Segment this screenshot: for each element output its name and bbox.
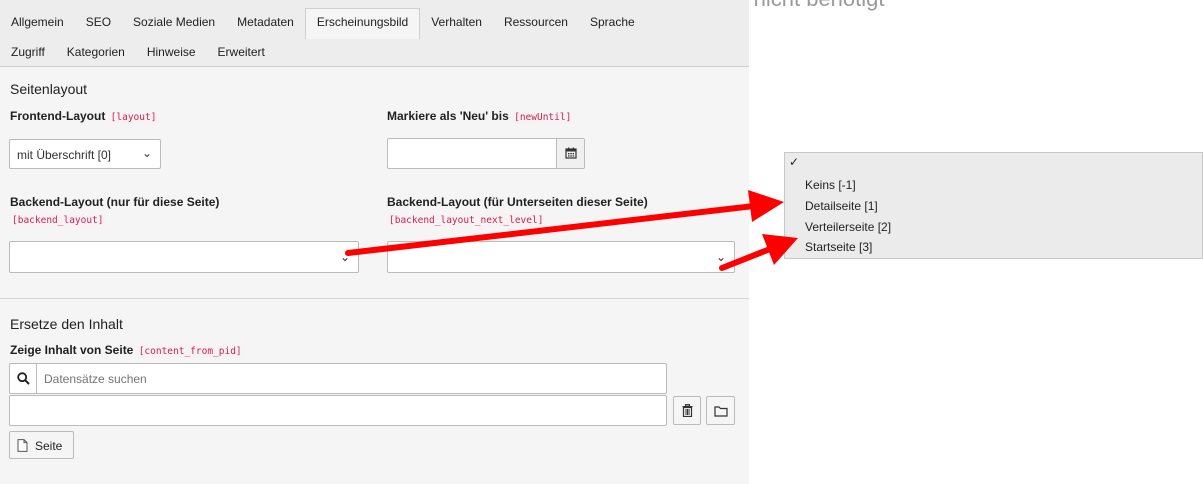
page-button[interactable]: Seite — [9, 431, 74, 459]
backend-layout-code: [backend_layout] — [10, 214, 106, 227]
new-until-date-input[interactable] — [387, 138, 585, 169]
chevron-down-icon: ⌄ — [715, 250, 726, 264]
content-from-pid-label-text: Zeige Inhalt von Seite — [10, 343, 134, 357]
new-until-code: [newUntil] — [512, 111, 574, 124]
section-title-seitenlayout: Seitenlayout — [10, 81, 88, 97]
tab-ressourcen[interactable]: Ressourcen — [493, 9, 579, 35]
backend-layout-next-select[interactable]: ⌄ — [387, 241, 735, 273]
dropdown-option-keins[interactable]: Keins [-1] — [805, 178, 856, 192]
backend-layout-label: Backend-Layout (nur für diese Seite) — [10, 195, 220, 209]
tab-metadaten[interactable]: Metadaten — [226, 9, 305, 35]
tab-row-2: Zugriff Kategorien Hinweise Erweitert — [0, 39, 276, 65]
record-search-field[interactable] — [9, 363, 667, 394]
tab-sprache[interactable]: Sprache — [579, 9, 646, 35]
backend-layout-next-code-wrap: [backend_layout_next_level] — [387, 212, 546, 227]
tab-seo[interactable]: SEO — [75, 9, 122, 35]
frontend-layout-code: [layout] — [108, 111, 159, 124]
tab-soziale-medien[interactable]: Soziale Medien — [122, 9, 226, 35]
dropdown-option-detailseite[interactable]: Detailseite [1] — [805, 199, 878, 213]
search-button[interactable] — [10, 364, 37, 393]
chevron-down-icon: ⌄ — [339, 250, 350, 264]
backend-layout-select[interactable]: ⌄ — [9, 241, 359, 273]
frontend-layout-select[interactable]: mit Überschrift [0] ⌄ — [9, 139, 161, 169]
search-input[interactable] — [42, 369, 646, 389]
content-from-pid-label: Zeige Inhalt von Seite [content_from_pid… — [10, 343, 244, 358]
new-until-label-text: Markiere als 'Neu' bis — [387, 109, 509, 123]
page-icon — [17, 439, 28, 452]
page-button-label: Seite — [35, 439, 63, 453]
tab-row-1: Allgemein SEO Soziale Medien Metadaten E… — [0, 8, 646, 39]
check-icon: ✓ — [789, 155, 800, 169]
content-from-pid-code: [content_from_pid] — [136, 345, 244, 358]
tab-erscheinungsbild[interactable]: Erscheinungsbild — [304, 8, 421, 39]
browse-folder-button[interactable] — [706, 396, 735, 425]
tab-hinweise[interactable]: Hinweise — [136, 39, 207, 65]
tab-kategorien[interactable]: Kategorien — [56, 39, 136, 65]
section-title-ersetze-inhalt: Ersetze den Inhalt — [10, 316, 123, 332]
selected-records-field[interactable] — [9, 395, 667, 426]
frontend-layout-label-text: Frontend-Layout — [10, 109, 106, 123]
folder-icon — [713, 406, 728, 417]
trash-icon — [682, 403, 692, 418]
page-properties-panel: Allgemein SEO Soziale Medien Metadaten E… — [0, 0, 749, 484]
calendar-icon — [564, 147, 577, 159]
section-divider — [0, 298, 749, 299]
search-icon — [16, 372, 30, 385]
delete-button[interactable] — [673, 396, 701, 425]
dropdown-option-verteilerseite[interactable]: Verteilerseite [2] — [805, 220, 891, 234]
dropdown-option-startseite[interactable]: Startseite [3] — [805, 240, 872, 254]
chevron-down-icon: ⌄ — [141, 146, 152, 160]
frontend-layout-label: Frontend-Layout [layout] — [10, 109, 159, 124]
new-until-label: Markiere als 'Neu' bis [newUntil] — [387, 109, 574, 124]
tab-bar: Allgemein SEO Soziale Medien Metadaten E… — [0, 0, 749, 67]
tab-verhalten[interactable]: Verhalten — [420, 9, 493, 35]
calendar-button[interactable] — [556, 139, 584, 168]
tab-allgemein[interactable]: Allgemein — [0, 9, 75, 35]
tab-zugriff[interactable]: Zugriff — [0, 39, 56, 65]
tab-erweitert[interactable]: Erweitert — [207, 39, 276, 65]
frontend-layout-value: mit Überschrift [0] — [17, 148, 112, 162]
backend-layout-dropdown-menu: ✓ Keins [-1] Detailseite [1] Verteilerse… — [784, 152, 1203, 259]
backend-layout-next-label: Backend-Layout (für Unterseiten dieser S… — [387, 195, 648, 209]
backend-layout-next-code: [backend_layout_next_level] — [387, 214, 546, 227]
backend-layout-code-wrap: [backend_layout] — [10, 212, 106, 227]
arrow-1-head — [748, 190, 784, 222]
